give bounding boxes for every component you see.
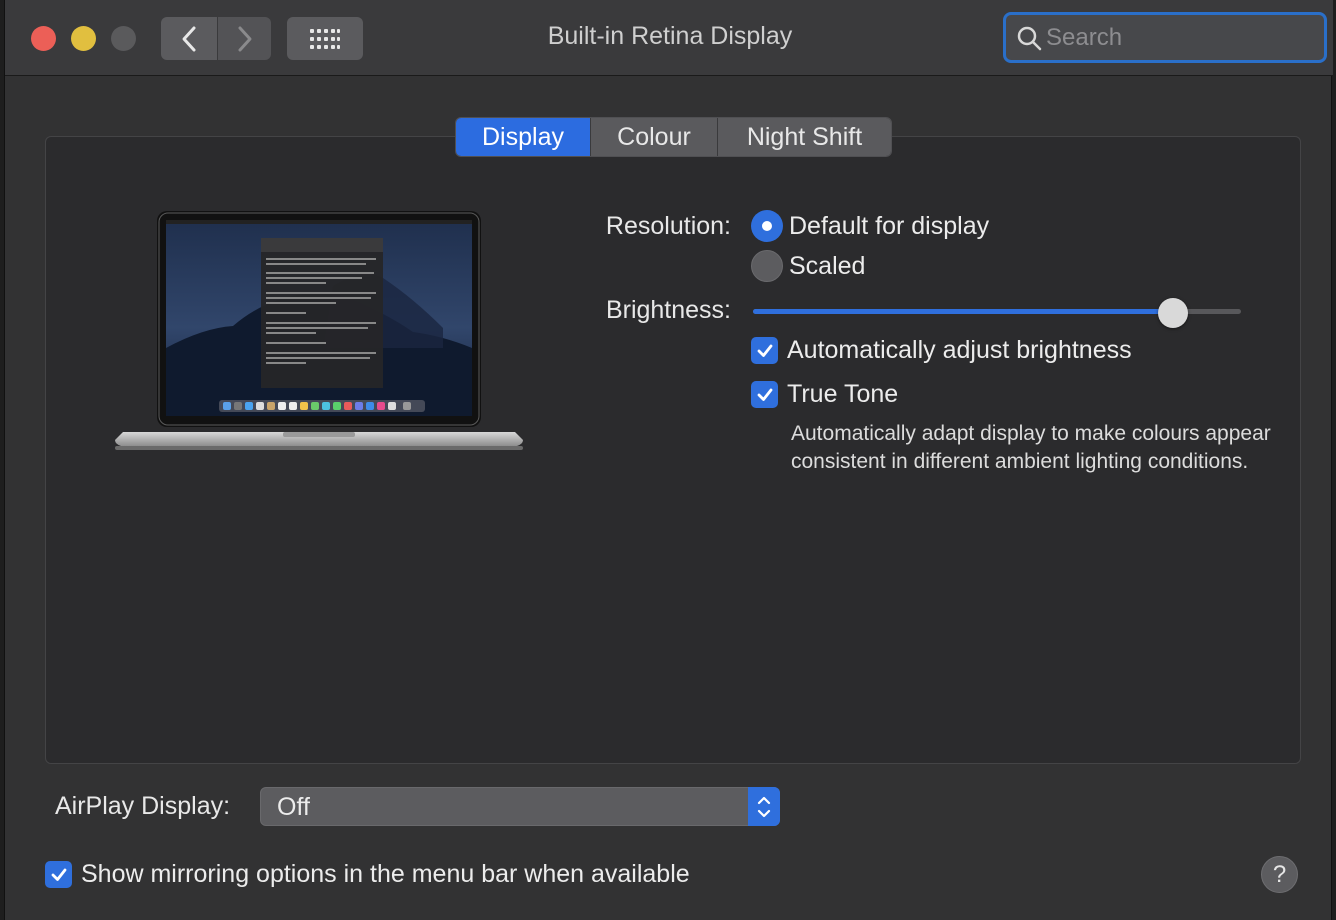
help-button[interactable]: ? <box>1261 856 1298 893</box>
tab-bar: Display Colour Night Shift <box>455 117 892 157</box>
brightness-label: Brightness: <box>605 296 731 324</box>
title-bar: Built-in Retina Display Search <box>5 0 1333 76</box>
tab-display[interactable]: Display <box>456 118 591 156</box>
brightness-slider-fill <box>753 309 1173 314</box>
checkmark-icon <box>757 344 772 357</box>
airplay-display-label: AirPlay Display: <box>55 792 231 820</box>
grid-icon <box>310 28 340 49</box>
radio-default-for-display[interactable] <box>751 210 783 242</box>
checkmark-icon <box>757 388 772 401</box>
search-icon <box>1017 26 1042 50</box>
search-placeholder: Search <box>1046 23 1123 51</box>
chevron-right-icon <box>238 26 251 51</box>
macbook-illustration <box>115 211 523 450</box>
true-tone-label[interactable]: True Tone <box>787 380 898 409</box>
scaled-label[interactable]: Scaled <box>789 252 865 281</box>
default-for-display-label[interactable]: Default for display <box>789 212 989 241</box>
zoom-button[interactable] <box>111 26 136 51</box>
checkmark-icon <box>51 868 66 881</box>
show-all-button[interactable] <box>287 17 363 60</box>
tab-colour[interactable]: Colour <box>591 118 718 156</box>
true-tone-checkbox[interactable] <box>751 381 778 408</box>
auto-brightness-label[interactable]: Automatically adjust brightness <box>787 336 1132 365</box>
auto-brightness-checkbox[interactable] <box>751 337 778 364</box>
true-tone-description: Automatically adapt display to make colo… <box>791 422 1271 473</box>
airplay-display-popup[interactable]: Off <box>260 787 780 826</box>
preferences-window: Built-in Retina Display Search Display C… <box>4 0 1333 920</box>
back-button[interactable] <box>161 17 217 60</box>
close-button[interactable] <box>31 26 56 51</box>
forward-button[interactable] <box>218 17 271 60</box>
mirroring-options-label[interactable]: Show mirroring options in the menu bar w… <box>81 860 690 889</box>
popup-arrows-icon[interactable] <box>748 787 780 826</box>
chevron-left-icon <box>182 26 196 51</box>
airplay-display-value: Off <box>277 793 310 821</box>
minimize-button[interactable] <box>71 26 96 51</box>
search-field[interactable]: Search <box>1003 12 1327 63</box>
window-title: Built-in Retina Display <box>547 22 793 50</box>
resolution-label: Resolution: <box>605 212 731 240</box>
radio-scaled[interactable] <box>751 250 783 282</box>
tab-night-shift[interactable]: Night Shift <box>718 118 891 156</box>
brightness-slider-knob[interactable] <box>1158 298 1188 328</box>
mirroring-options-checkbox[interactable] <box>45 861 72 888</box>
